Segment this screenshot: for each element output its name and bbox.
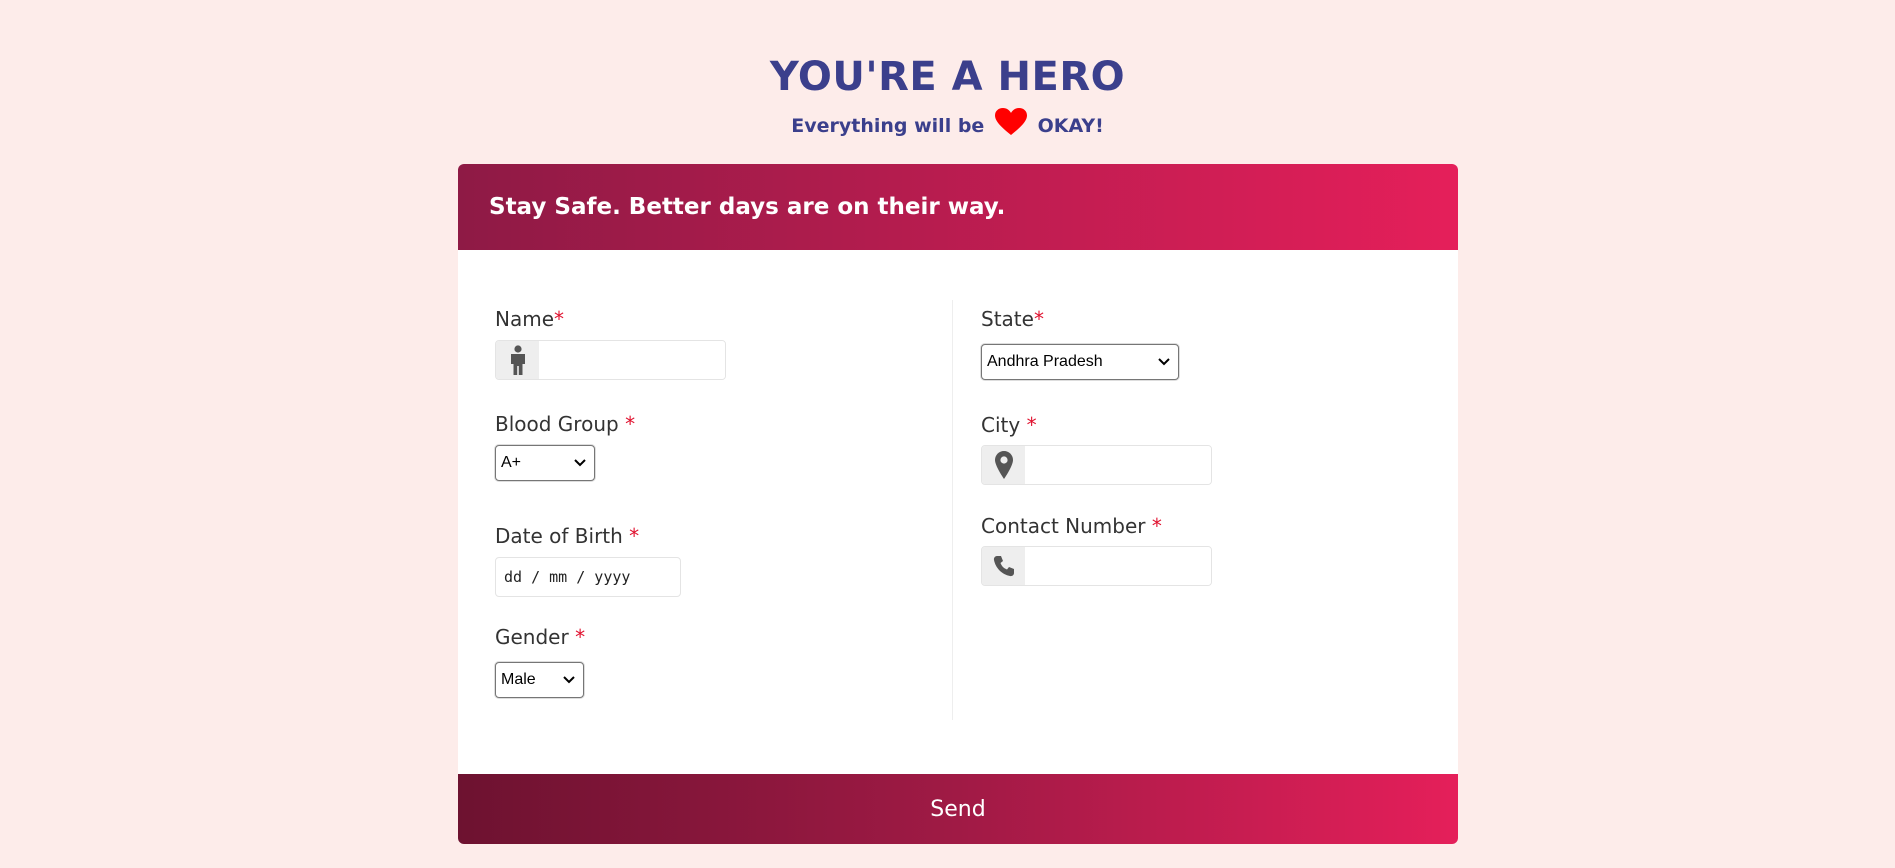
name-label: Name* xyxy=(495,306,564,332)
chevron-down-icon xyxy=(1158,353,1170,371)
column-divider xyxy=(952,300,953,720)
name-field xyxy=(495,340,726,380)
required-marker: * xyxy=(554,307,565,331)
required-marker: * xyxy=(625,412,636,436)
gender-select[interactable]: Male xyxy=(495,662,584,698)
banner-text: Stay Safe. Better days are on their way. xyxy=(489,194,1006,220)
state-selected: Andhra Pradesh xyxy=(987,353,1103,370)
donor-form-card: Stay Safe. Better days are on their way.… xyxy=(458,164,1458,844)
dob-placeholder: dd / mm / yyyy xyxy=(504,568,631,586)
dob-label-text: Date of Birth xyxy=(495,524,630,548)
required-marker: * xyxy=(629,524,640,548)
map-marker-icon xyxy=(982,446,1025,484)
city-label-text: City xyxy=(981,413,1027,437)
card-banner: Stay Safe. Better days are on their way. xyxy=(458,164,1458,250)
required-marker: * xyxy=(575,625,586,649)
contact-label-text: Contact Number xyxy=(981,514,1152,538)
send-button[interactable]: Send xyxy=(458,774,1458,844)
page-title: YOU'RE A HERO xyxy=(769,54,1126,100)
gender-selected: Male xyxy=(501,671,536,688)
required-marker: * xyxy=(1033,307,1044,331)
heart-icon xyxy=(994,108,1027,152)
blood-group-label-text: Blood Group xyxy=(495,412,626,436)
chevron-down-icon xyxy=(563,671,575,689)
required-marker: * xyxy=(1026,413,1037,437)
dob-label: Date of Birth * xyxy=(495,523,639,549)
city-label: City * xyxy=(981,412,1037,438)
blood-group-select[interactable]: A+ xyxy=(495,445,595,481)
state-label: State* xyxy=(981,306,1044,332)
required-marker: * xyxy=(1151,514,1162,538)
contact-field xyxy=(981,546,1212,586)
contact-label: Contact Number * xyxy=(981,513,1162,539)
dob-input[interactable]: dd / mm / yyyy xyxy=(495,557,681,597)
chevron-down-icon xyxy=(574,454,586,472)
city-input[interactable] xyxy=(1025,446,1211,484)
phone-icon xyxy=(982,547,1025,585)
subtitle-text-after: OKAY! xyxy=(1037,115,1104,137)
state-select[interactable]: Andhra Pradesh xyxy=(981,344,1179,380)
city-field xyxy=(981,445,1212,485)
blood-group-selected: A+ xyxy=(501,454,522,471)
name-label-text: Name xyxy=(495,307,555,331)
state-label-text: State xyxy=(981,307,1034,331)
person-icon xyxy=(496,341,539,379)
page-subtitle: Everything will be OKAY! xyxy=(0,104,1895,148)
gender-label: Gender * xyxy=(495,624,585,650)
contact-input[interactable] xyxy=(1025,547,1211,585)
gender-label-text: Gender xyxy=(495,625,576,649)
send-button-label: Send xyxy=(930,796,986,822)
blood-group-label: Blood Group * xyxy=(495,411,635,437)
name-input[interactable] xyxy=(539,341,725,379)
subtitle-text-before: Everything will be xyxy=(791,115,985,137)
